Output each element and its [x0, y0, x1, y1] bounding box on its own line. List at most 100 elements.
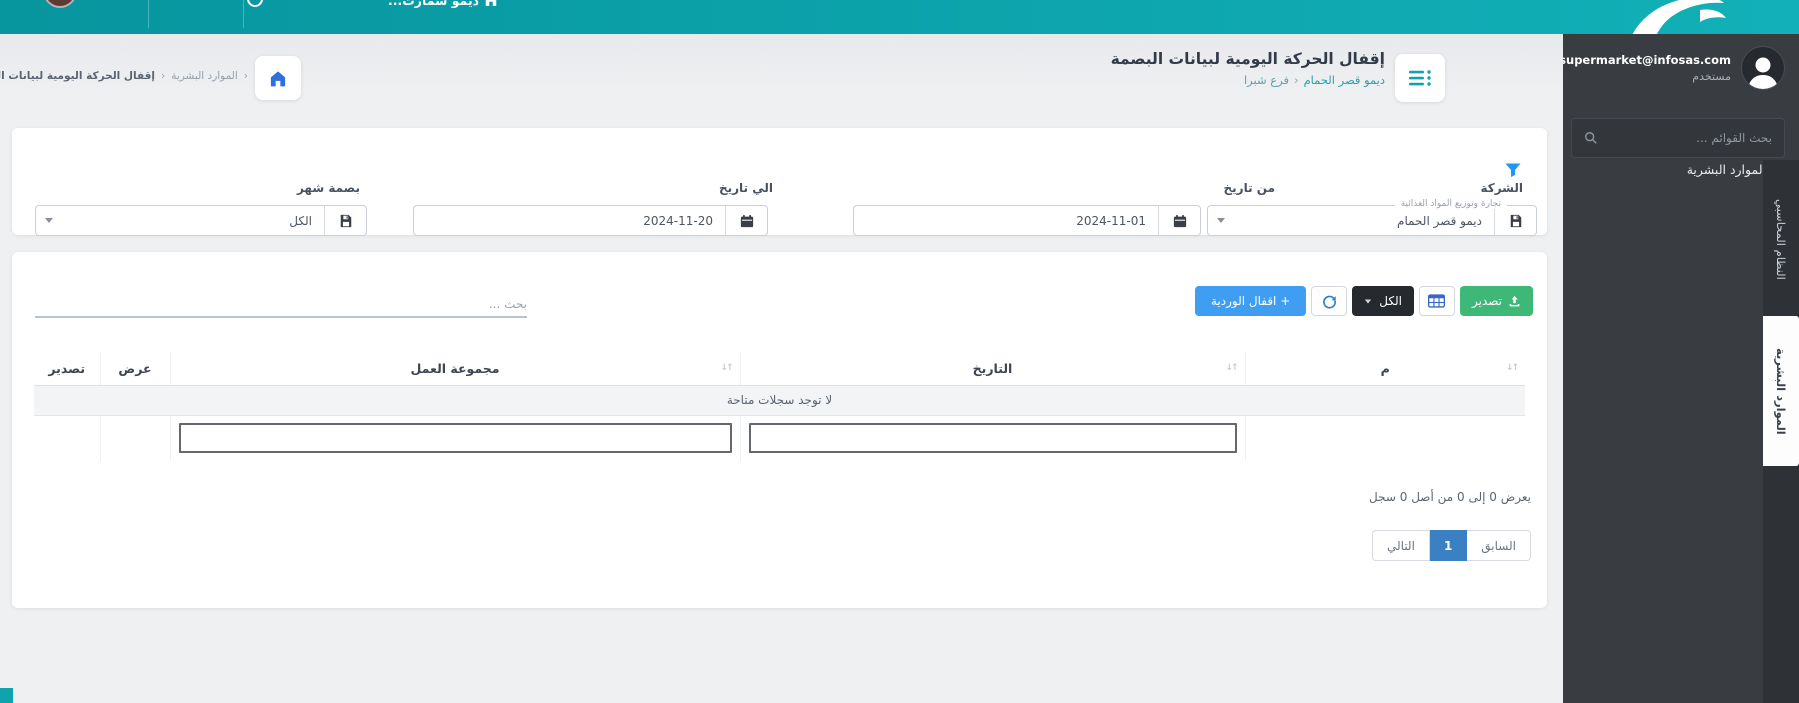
records-card: تصدير الكل + اقفال الوردية م↑↓ الت — [12, 252, 1547, 608]
from-date-input[interactable] — [854, 206, 1158, 235]
col-header-workgroup[interactable]: مجموعة العمل ↑↓ — [169, 352, 740, 386]
page-subtitle: ديمو قصر الحمام ‹ فرع شبرا — [1111, 73, 1385, 87]
filter-cell-index — [1244, 415, 1525, 461]
col-header-view: عرض — [99, 352, 170, 386]
empty-message-row: لا توجد سجلات متاحة — [34, 385, 1525, 416]
month-fp-caret[interactable] — [36, 206, 62, 235]
breadcrumb-item-hr[interactable]: الموارد البشرية — [171, 70, 238, 82]
list-icon — [1409, 70, 1431, 86]
page-header: إقفال الحركة اليومية لبيانات البصمة ديمو… — [1111, 50, 1385, 87]
pagination: السابق 1 التالي — [1372, 530, 1531, 561]
export-button[interactable]: تصدير — [1459, 286, 1533, 316]
chevron-down-icon — [1365, 299, 1372, 303]
previous-page-button[interactable]: السابق — [1466, 530, 1531, 561]
home-icon — [270, 70, 286, 86]
company-select[interactable]: ديمو قصر الحمام — [1207, 205, 1537, 236]
sidebar-item-label: الموارد البشرية — [1686, 162, 1766, 177]
col-header-index[interactable]: م ↑↓ — [1244, 352, 1525, 386]
breadcrumb-item-current: إقفال الحركة اليومية لبيانات البصمة — [0, 70, 155, 82]
top-user-avatar[interactable] — [43, 0, 77, 8]
divider — [243, 0, 244, 28]
globe-icon[interactable] — [247, 0, 263, 7]
close-shift-button[interactable]: + اقفال الوردية — [1194, 286, 1307, 316]
breadcrumb: ‹ الموارد البشرية ‹ إقفال الحركة اليومية… — [0, 70, 248, 82]
records-table: م ↑↓ التاريخ ↑↓ مجموعة العمل ↑↓ عرض تصدير ل… — [34, 352, 1525, 461]
month-fp-label: بصمة شهر — [296, 181, 360, 195]
month-fp-value: الكل — [289, 213, 312, 228]
table-icon — [1428, 294, 1446, 308]
page-menu-button[interactable] — [1395, 54, 1445, 102]
menu-search-input[interactable] — [1606, 131, 1772, 145]
subtitle-branch: فرع شبرا — [1243, 73, 1289, 87]
company-value: ديمو قصر الحمام — [1397, 213, 1482, 228]
divider — [148, 0, 149, 28]
home-button[interactable] — [255, 56, 301, 100]
home-icon — [485, 0, 497, 6]
sort-icon[interactable]: ↑↓ — [1506, 363, 1519, 373]
columns-button[interactable] — [1418, 286, 1455, 316]
col-header-date[interactable]: التاريخ ↑↓ — [739, 352, 1245, 386]
month-fp-save-icon[interactable] — [324, 206, 366, 235]
tab-accounting-system[interactable]: النظام المحاسبي — [1763, 165, 1799, 313]
workgroup-column-filter-input[interactable] — [178, 423, 732, 454]
company-save-icon[interactable] — [1494, 206, 1536, 235]
page-1-button[interactable]: 1 — [1428, 530, 1468, 561]
col-header-export: تصدير — [34, 352, 100, 386]
filter-icon[interactable] — [1505, 162, 1521, 181]
company-label: الشركة — [1480, 181, 1523, 195]
company-logo — [1612, 0, 1730, 34]
refresh-icon — [1322, 295, 1336, 309]
filters-card: الشركة تجارة وتوزيع المواد الغذائية ديمو… — [12, 128, 1547, 236]
all-label: الكل — [1379, 294, 1402, 308]
from-date-field — [853, 205, 1201, 236]
search-icon — [1585, 132, 1597, 144]
app-shortcut-label: ديمو سمارت... — [388, 0, 480, 8]
user-role: مستخدم — [1692, 70, 1731, 83]
date-column-filter-input[interactable] — [748, 423, 1237, 454]
menu-search-box — [1571, 118, 1785, 158]
main-content: إقفال الحركة اليومية لبيانات البصمة ديمو… — [0, 34, 1563, 703]
user-panel[interactable]: supermarket@infosas.com مستخدم — [1559, 46, 1785, 90]
from-date-picker-button[interactable] — [1158, 206, 1200, 235]
company-caption: تجارة وتوزيع المواد الغذائية — [1394, 199, 1507, 209]
bookmark-icon — [340, 214, 351, 227]
empty-message: لا توجد سجلات متاحة — [34, 385, 1525, 416]
user-email: supermarket@infosas.com — [1559, 53, 1731, 67]
table-search-input[interactable] — [35, 292, 527, 318]
toolbar: تصدير الكل + اقفال الوردية — [1194, 286, 1533, 316]
calendar-icon — [1173, 214, 1186, 227]
sort-icon[interactable]: ↑↓ — [1225, 363, 1238, 373]
filter-cell-view — [99, 415, 170, 461]
close-shift-label: + اقفال الوردية — [1210, 294, 1291, 308]
from-date-label: من تاريخ — [1223, 181, 1275, 195]
breadcrumb-separator: ‹ — [243, 70, 248, 82]
next-page-button[interactable]: التالي — [1372, 530, 1430, 561]
filter-cell-workgroup — [169, 415, 740, 461]
chevron-down-icon — [1217, 218, 1225, 223]
all-dropdown-button[interactable]: الكل — [1352, 286, 1414, 316]
refresh-button[interactable] — [1311, 286, 1348, 316]
pagination-info: يعرض 0 إلى 0 من أصل 0 سجل — [1369, 490, 1531, 504]
to-date-picker-button[interactable] — [725, 206, 767, 235]
top-bar: ديمو سمارت... — [0, 0, 1799, 34]
to-date-field — [413, 205, 768, 236]
column-filter-row — [34, 415, 1525, 461]
to-date-input[interactable] — [414, 206, 725, 235]
page-title: إقفال الحركة اليومية لبيانات البصمة — [1110, 50, 1385, 68]
app-shortcut[interactable]: ديمو سمارت... — [388, 0, 498, 10]
subtitle-company: ديمو قصر الحمام — [1303, 73, 1385, 87]
month-fp-select[interactable]: الكل — [35, 205, 367, 236]
export-label: تصدير — [1471, 294, 1502, 308]
filter-cell-export — [34, 415, 100, 461]
filter-cell-date — [739, 415, 1245, 461]
subtitle-separator: ‹ — [1293, 73, 1299, 87]
breadcrumb-separator: ‹ — [160, 70, 166, 82]
tab-human-resources[interactable]: الموارد البشرية — [1763, 316, 1799, 466]
avatar — [1741, 46, 1785, 90]
calendar-icon — [740, 214, 753, 227]
scroll-corner-chip[interactable] — [0, 688, 13, 703]
to-date-label: الي تاريخ — [718, 181, 773, 195]
sidebar-item-hr[interactable]: الموارد البشرية — [1603, 162, 1789, 177]
company-caret[interactable] — [1208, 206, 1234, 235]
sort-icon[interactable]: ↑↓ — [720, 363, 733, 373]
